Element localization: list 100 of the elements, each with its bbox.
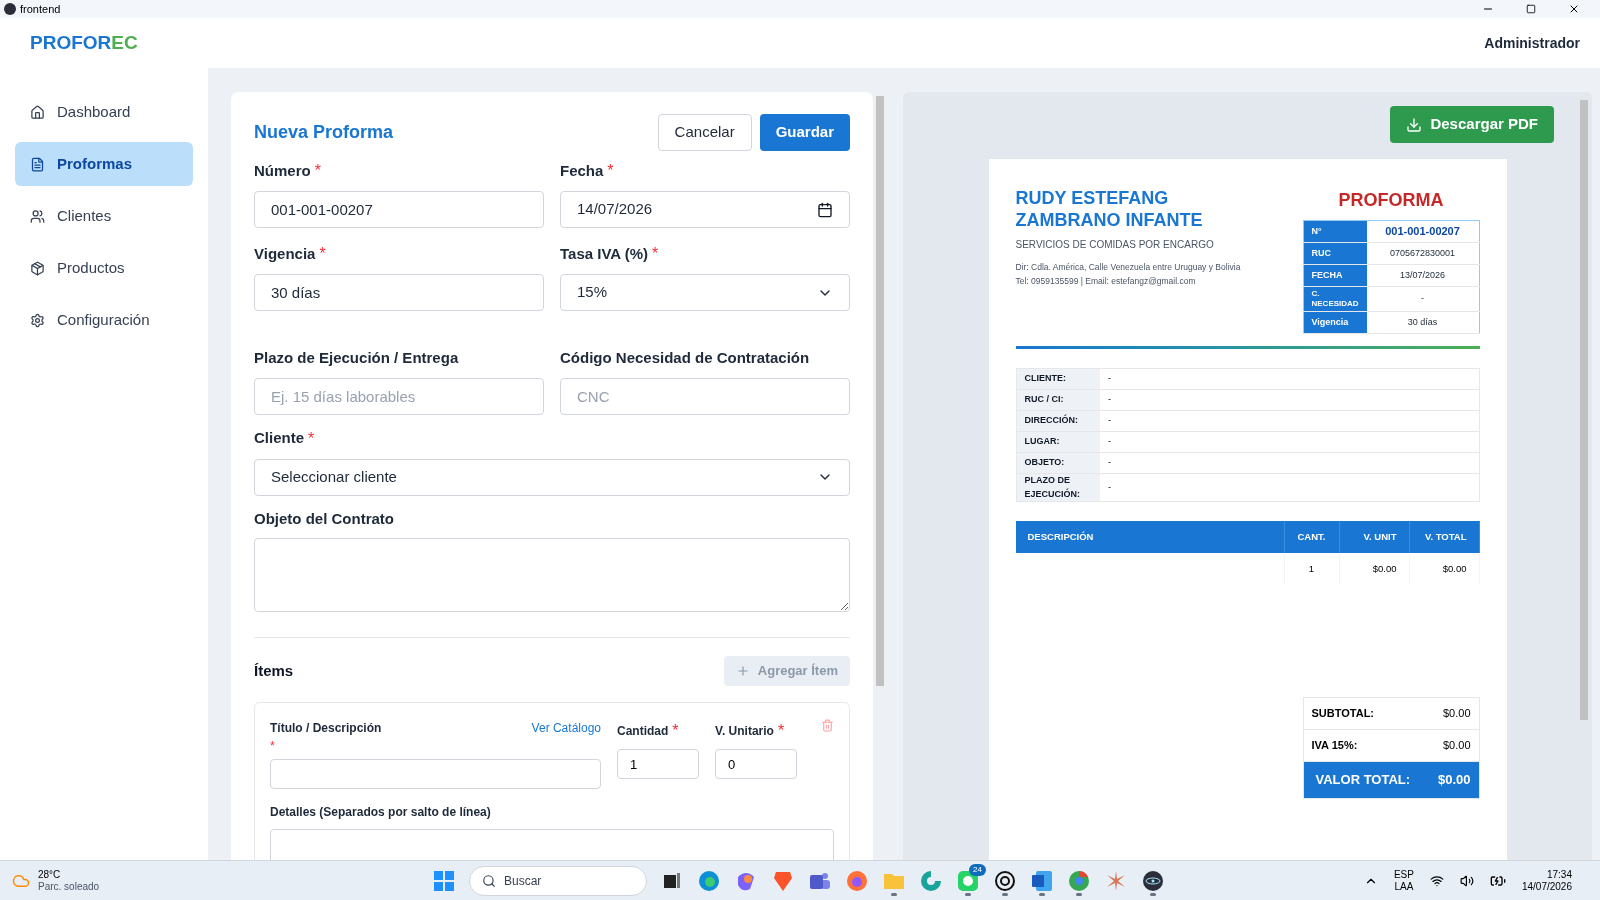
select-field[interactable]: Seleccionar cliente [254,458,850,496]
field-label: Objeto del Contrato [254,508,394,529]
user-name[interactable]: Administrador [1484,32,1580,54]
client-label: DIRECCIÓN: [1016,410,1100,432]
form-title: Nueva Proforma [254,121,394,144]
window-title: frontend [20,1,61,17]
meta-value: 001-001-00207 [1366,220,1479,243]
language-label[interactable]: ESP [1393,868,1414,881]
field-label: Plazo de Ejecución / Entrega [254,348,459,368]
settings-icon [30,312,45,328]
cube-icon [30,260,45,276]
meta-label: RUC [1303,242,1367,265]
task-view-icon[interactable] [662,870,682,891]
input-field[interactable]: 0 [715,749,797,779]
input-field[interactable]: Ej. 15 días laborables [254,377,544,415]
field-label: Cliente [254,428,304,449]
home-icon [30,104,45,120]
column-header: CANT. [1284,521,1339,553]
layout-label[interactable]: LAA [1394,880,1414,893]
chat-icon[interactable] [956,868,980,893]
client-label: OBJETO: [1016,452,1100,474]
client-value: - [1100,368,1479,390]
document-icon [30,156,45,172]
running-indicator [891,892,897,896]
select-field[interactable]: 15% [560,274,850,311]
running-indicator [1076,892,1082,896]
close-icon[interactable] [1568,3,1580,15]
browser-icon[interactable] [1067,868,1091,893]
field-label: Tasa IVA (%) [560,243,649,264]
required-mark: * [672,721,679,741]
catalog-link[interactable]: Ver Catálogo [531,719,601,737]
meta-label: FECHA [1303,264,1367,287]
clock-time[interactable]: 17:34 [1546,868,1572,881]
total-value: $0.00 [1442,738,1471,754]
word-icon[interactable] [1030,868,1054,893]
field-label: Número [254,160,311,181]
download-icon [1406,116,1423,133]
input-field[interactable]: 001-001-00207 [254,191,544,228]
browser-icon[interactable] [697,868,721,893]
restore-icon[interactable] [1526,4,1536,14]
field-label: Fecha [560,160,604,181]
clock-date[interactable]: 14/07/2026 [1521,880,1572,893]
client-value: - [1100,389,1479,411]
sidebar-item[interactable]: Productos [15,246,193,290]
meta-value: 13/07/2026 [1366,264,1479,287]
calendar-icon[interactable] [817,201,833,218]
required-mark: * [607,161,614,181]
client-label: PLAZO DE EJECUCIÓN: [1016,473,1100,502]
logo: PROFOREC [30,30,138,55]
input-field[interactable]: 1 [617,749,699,779]
document-title: PROFORMA [1338,189,1444,212]
table-cell: $0.00 [1339,553,1409,585]
total-label: VALOR TOTAL: [1315,771,1411,790]
field-label: Vigencia [254,243,316,264]
save-button[interactable]: Guardar [759,114,850,151]
sidebar-item[interactable]: Dashboard [15,90,193,134]
scrollbar-thumb[interactable] [876,96,884,686]
total-value: $0.00 [1437,771,1471,790]
input-field[interactable] [270,759,601,789]
download-button[interactable]: Descargar PDF [1390,106,1554,143]
volume-icon[interactable] [1459,873,1474,888]
atom-icon[interactable] [1141,868,1165,893]
field-label: Título / Descripción [270,720,382,737]
client-label: LUGAR: [1016,431,1100,453]
required-mark: * [314,161,321,181]
sidebar-item[interactable]: Configuración [15,298,193,342]
input-field[interactable]: 30 días [254,274,544,311]
plus-icon [735,664,750,678]
search-icon [482,873,496,888]
required-mark: * [777,721,785,741]
windows-icon[interactable] [434,870,454,891]
company-contact: Tel: 0959135599 | Email: estefangz@gmail.com [1015,275,1197,288]
company-activity: SERVICIOS DE COMIDAS POR ENCARGO [1015,238,1215,252]
search-field[interactable]: Buscar [469,865,647,896]
client-label: RUC / CI: [1016,389,1100,411]
trash-icon[interactable] [821,719,834,732]
total-label: IVA 15%: [1311,738,1358,754]
date-field[interactable]: 14/07/2026 [560,191,850,228]
cancel-button[interactable]: Cancelar [657,114,752,151]
wifi-icon[interactable] [1429,873,1444,888]
sidebar-item[interactable]: Proformas [15,142,193,186]
company-address: Dir: Cdla. América, Calle Venezuela entre Uruguay y Bolivia [1015,261,1242,274]
running-indicator [965,892,971,896]
sidebar-item[interactable]: Clientes [15,194,193,238]
required-mark: * [270,738,275,755]
total-label: SUBTOTAL: [1311,706,1375,722]
client-value: - [1100,452,1479,474]
users-icon [30,208,45,224]
field-label: Código Necesidad de Contratación [560,348,810,368]
fox-icon[interactable] [845,868,869,893]
section-title: Ítems [254,660,294,681]
client-value: - [1100,473,1479,502]
knot-icon[interactable] [993,868,1017,893]
input-field[interactable]: CNC [560,377,850,415]
table-cell: 1 [1284,553,1339,585]
scrollbar-thumb[interactable] [1580,100,1588,720]
total-value: $0.00 [1442,706,1471,722]
column-header: V. TOTAL [1409,521,1479,553]
table-cell: $0.00 [1409,553,1479,585]
wave-icon[interactable] [919,868,943,893]
